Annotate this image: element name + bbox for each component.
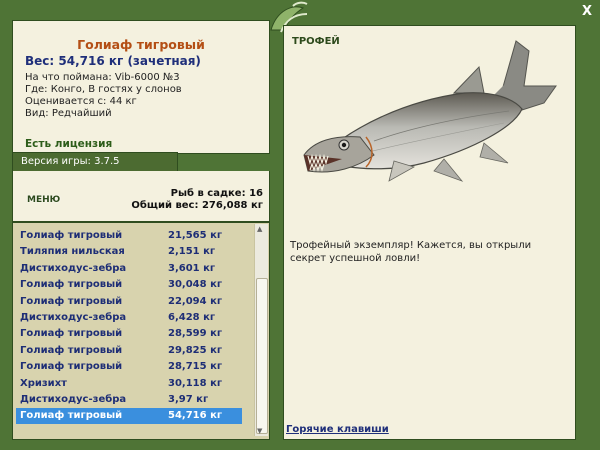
catch-list-row[interactable]: Голиаф тигровый 30,048 кг bbox=[16, 277, 242, 293]
cage-total-weight: Общий вес: 276,088 кг bbox=[131, 200, 263, 211]
catch-fish-name: Дистиходус-зебра bbox=[20, 312, 127, 323]
catch-list-row[interactable]: Голиаф тигровый 54,716 кг bbox=[16, 408, 242, 425]
catch-list-row[interactable]: Голиаф тигровый 21,565 кг bbox=[16, 228, 242, 244]
trophy-panel: ТРОФЕЙ Трофейный экземпляр! Кажется, вы … bbox=[283, 25, 576, 440]
fish-value: Оценивается с: 44 кг bbox=[25, 96, 137, 107]
scroll-thumb[interactable] bbox=[256, 278, 268, 434]
catch-fish-weight: 3,601 кг bbox=[168, 262, 216, 274]
catch-list-row[interactable]: Голиаф тигровый 28,599 кг bbox=[16, 326, 242, 342]
scroll-up-icon[interactable]: ▲ bbox=[257, 225, 262, 233]
cage-count: Рыб в садке: 16 bbox=[170, 188, 263, 199]
fish-info-panel: Голиаф тигровый Вес: 54,716 кг (зачетная… bbox=[12, 20, 270, 154]
menu-button[interactable]: МЕНЮ bbox=[27, 195, 60, 205]
close-button[interactable]: X bbox=[582, 4, 592, 19]
scroll-down-icon[interactable]: ▼ bbox=[257, 427, 262, 435]
catch-fish-name: Голиаф тигровый bbox=[20, 344, 123, 356]
catch-fish-name: Дистиходус-зебра bbox=[20, 394, 127, 405]
catch-list-scrollbar[interactable]: ▲ ▼ bbox=[254, 224, 268, 436]
catch-list: Голиаф тигровый 21,565 кг Тиляпия нильская… bbox=[12, 222, 270, 440]
catch-fish-name: Голиаф тигровый bbox=[20, 295, 123, 307]
catch-list-row[interactable]: Голиаф тигровый 28,715 кг bbox=[16, 359, 242, 375]
hotkeys-link[interactable]: Горячие клавиши bbox=[286, 424, 389, 435]
cage-summary: Рыб в садке: 16 Общий вес: 276,088 кг bbox=[131, 188, 263, 212]
catch-fish-weight: 2,151 кг bbox=[168, 246, 216, 258]
trophy-message: Трофейный экземпляр! Кажется, вы открыли… bbox=[290, 240, 532, 264]
catch-fish-weight: 29,825 кг bbox=[168, 344, 223, 356]
catch-fish-weight: 30,118 кг bbox=[168, 377, 223, 389]
catch-list-row[interactable]: Тиляпия нильская 2,151 кг bbox=[16, 244, 242, 260]
catch-fish-name: Голиаф тигровый bbox=[20, 230, 123, 241]
catch-fish-name: Голиаф тигровый bbox=[20, 361, 123, 373]
catch-fish-weight: 54,716 кг bbox=[168, 410, 223, 422]
menu-bar: МЕНЮ Рыб в садке: 16 Общий вес: 276,088 … bbox=[12, 171, 270, 222]
fish-name: Голиаф тигровый bbox=[77, 37, 205, 52]
catch-list-row[interactable]: Голиаф тигровый 29,825 кг bbox=[16, 343, 242, 359]
catch-fish-name: Хризихт bbox=[20, 377, 67, 389]
catch-list-row[interactable]: Дистиходус-зебра 3,97 кг bbox=[16, 392, 242, 408]
catch-fish-name: Голиаф тигровый bbox=[20, 279, 123, 291]
catch-list-row[interactable]: Дистиходус-зебра 3,601 кг bbox=[16, 261, 242, 277]
fish-weight: Вес: 54,716 кг (зачетная) bbox=[25, 54, 201, 68]
catch-fish-name: Голиаф тигровый bbox=[20, 328, 123, 340]
game-version: Версия игры: 3.7.5 bbox=[12, 152, 178, 172]
fish-location: Где: Конго, В гостях у слонов bbox=[25, 84, 182, 95]
catch-fish-weight: 28,599 кг bbox=[168, 328, 223, 340]
catch-fish-weight: 21,565 кг bbox=[168, 230, 223, 241]
catch-list-row[interactable]: Дистиходус-зебра 6,428 кг bbox=[16, 310, 242, 326]
catch-fish-weight: 28,715 кг bbox=[168, 361, 223, 373]
catch-fish-weight: 3,97 кг bbox=[168, 394, 209, 405]
catch-fish-weight: 22,094 кг bbox=[168, 295, 223, 307]
fish-lure: На что поймана: Vib-6000 №3 bbox=[25, 72, 180, 83]
catch-fish-name: Тиляпия нильская bbox=[20, 246, 125, 258]
fish-kind: Вид: Редчайший bbox=[25, 108, 112, 119]
catch-fish-name: Дистиходус-зебра bbox=[20, 262, 127, 274]
catch-list-row[interactable]: Голиаф тигровый 22,094 кг bbox=[16, 294, 242, 310]
license-status: Есть лицензия bbox=[25, 138, 113, 150]
catch-list-row[interactable]: Хризихт 30,118 кг bbox=[16, 376, 242, 392]
catch-fish-weight: 6,428 кг bbox=[168, 312, 216, 323]
catch-fish-weight: 30,048 кг bbox=[168, 279, 223, 291]
goliath-tigerfish-image bbox=[303, 40, 557, 182]
catch-fish-name: Голиаф тигровый bbox=[20, 410, 123, 422]
